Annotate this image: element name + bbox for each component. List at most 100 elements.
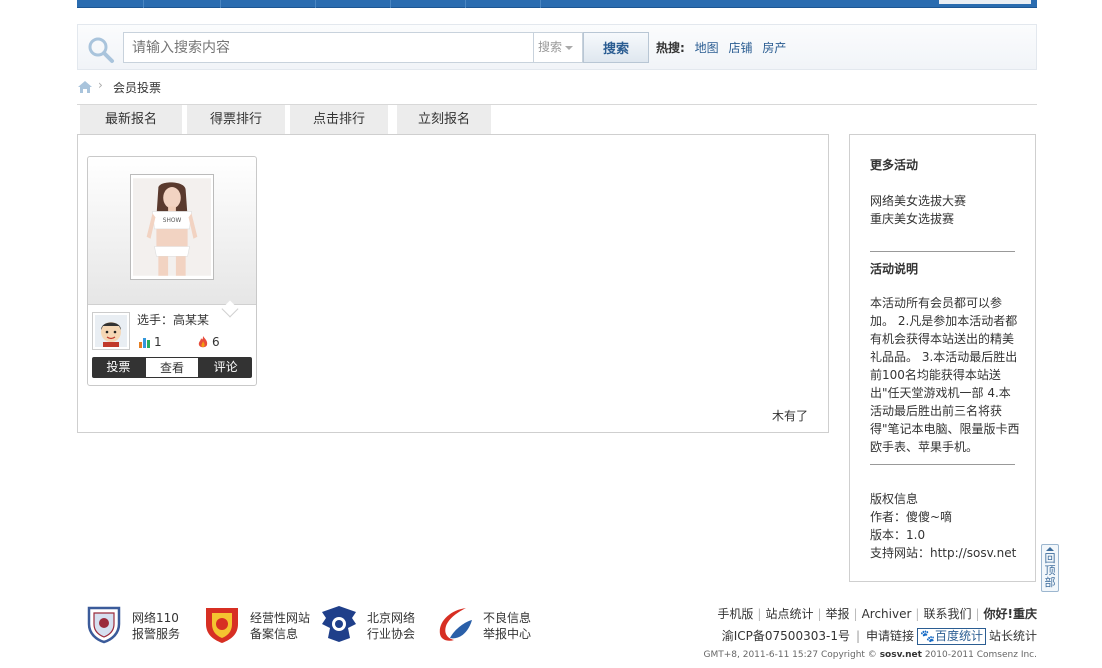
activity-rules-text: 本活动所有会员都可以参加。 2.凡是参加本活动者都有机会获得本站送出的精美礼品品… (870, 296, 1020, 454)
badge-text: 不良信息 举报中心 (483, 610, 531, 642)
badge-text: 经营性网站 备案信息 (250, 610, 310, 642)
paw-icon: 🐾 (920, 629, 935, 643)
photo-brand-text: SHOW (163, 218, 182, 224)
police-shield-icon (87, 606, 121, 644)
footer-link-mobile[interactable]: 手机版 (717, 607, 753, 621)
support-site-text: 支持网站：http://sosv.net (870, 546, 1017, 560)
red-shield-icon (206, 608, 238, 643)
top-nav-tab[interactable] (939, 0, 1031, 4)
footer-site-name[interactable]: 你好!重庆 (984, 607, 1037, 621)
eagle-emblem-icon (322, 606, 356, 642)
baidu-stats-label: 百度统计 (934, 629, 983, 643)
breadcrumb-chevron-icon: › (98, 78, 103, 92)
badge-line: 不良信息 (483, 611, 532, 625)
hot-link-house[interactable]: 房产 (762, 41, 786, 55)
copyright-prefix: GMT+8, 2011-6-11 15:27 Copyright © (703, 650, 877, 660)
copyright-title: 版权信息 (870, 492, 919, 506)
hit-count: 6 (197, 335, 220, 349)
search-type-label: 搜索 (538, 40, 563, 54)
avatar-image (95, 315, 127, 347)
baidu-stats-badge[interactable]: 🐾百度统计 (917, 628, 986, 645)
footer-separator: | (853, 607, 858, 621)
hit-count-value: 6 (212, 335, 220, 349)
vote-count: 1 (139, 335, 162, 349)
avatar[interactable] (92, 312, 130, 350)
nav-divider (315, 0, 316, 8)
search-input[interactable] (123, 32, 533, 63)
nav-divider (390, 0, 391, 8)
footer-link-report[interactable]: 举报 (826, 607, 850, 621)
card-photo-area: SHOW (88, 157, 256, 305)
badge-text: 网络110 报警服务 (132, 610, 180, 642)
back-to-top-label: 回顶部 (1044, 552, 1056, 589)
contestant-photo-image: SHOW (133, 178, 211, 276)
copyright-site[interactable]: sosv.net (880, 650, 922, 660)
nav-divider (220, 0, 221, 8)
badge-line: 举报中心 (483, 627, 532, 641)
back-to-top-button[interactable]: 回顶部 (1041, 544, 1059, 592)
footer-link-contact[interactable]: 联系我们 (923, 607, 971, 621)
contestant-card: SHOW 选手：高某某 1 6 投票 查看 评论 (87, 156, 257, 386)
badge-line: 网络110 (132, 611, 179, 625)
hot-link-map[interactable]: 地图 (695, 41, 719, 55)
card-actions: 投票 查看 评论 (92, 357, 252, 378)
vote-button[interactable]: 投票 (92, 357, 145, 378)
arrow-up-icon (1046, 547, 1054, 551)
search-bar: 搜索 搜索 热搜: 地图 店铺 房产 (77, 24, 1037, 70)
hot-search: 热搜: 地图 店铺 房产 (656, 39, 786, 56)
badge-line: 北京网络 (367, 611, 416, 625)
footer-separator: | (975, 607, 980, 621)
player-name: 选手：高某某 (137, 313, 210, 327)
author-text: 作者：傻傻~嘀 (870, 510, 953, 524)
activity-rules-title: 活动说明 (870, 262, 919, 276)
top-nav-bar (77, 0, 1037, 8)
nav-divider (540, 0, 541, 8)
copyright-suffix: 2010-2011 Comsenz Inc. (924, 650, 1037, 660)
activity-link[interactable]: 重庆美女选拔赛 (870, 210, 954, 227)
search-type-select[interactable]: 搜索 (533, 32, 583, 63)
home-icon[interactable] (77, 80, 93, 94)
version-text: 版本：1.0 (870, 528, 926, 542)
apply-link[interactable]: 申请链接 (866, 629, 914, 643)
sidebar-divider (870, 251, 1015, 252)
nav-divider (465, 0, 466, 8)
search-icon (88, 37, 114, 63)
copyright: GMT+8, 2011-6-11 15:27 Copyright © sosv.… (704, 650, 1038, 660)
badge-line: 报警服务 (132, 627, 181, 641)
footer-separator: | (757, 607, 762, 621)
chevron-down-icon (565, 45, 574, 50)
tab-vote-ranking[interactable]: 得票排行 (187, 105, 286, 134)
search-button[interactable]: 搜索 (583, 32, 649, 63)
view-button[interactable]: 查看 (144, 357, 200, 378)
contestant-photo[interactable]: SHOW (130, 174, 214, 280)
badge-line: 经营性网站 (250, 611, 311, 625)
breadcrumb-current: 会员投票 (113, 81, 162, 95)
activity-link[interactable]: 网络美女选拔大赛 (870, 192, 966, 209)
icp-link[interactable]: 渝ICP备07500303-1号 (722, 629, 850, 643)
hot-link-shop[interactable]: 店铺 (728, 41, 752, 55)
sidebar: 更多活动 网络美女选拔大赛 重庆美女选拔赛 活动说明 本活动所有会员都可以参加。… (849, 134, 1036, 582)
admin-stats-link[interactable]: 站长统计 (989, 629, 1037, 643)
footer-separator: | (855, 629, 860, 643)
tab-latest-signup[interactable]: 最新报名 (80, 105, 183, 134)
comment-button[interactable]: 评论 (199, 357, 252, 378)
icp-row: 渝ICP备07500303-1号 | 申请链接 🐾百度统计 站长统计 (722, 627, 1037, 645)
badge-line: 备案信息 (250, 627, 299, 641)
sidebar-divider (870, 464, 1015, 465)
bar-chart-icon (139, 338, 150, 348)
fire-icon (198, 336, 208, 348)
badge-line: 行业协会 (367, 627, 416, 641)
more-activities-title: 更多活动 (870, 158, 919, 172)
vote-count-value: 1 (154, 335, 162, 349)
footer-separator: | (817, 607, 822, 621)
tab-signup-now[interactable]: 立刻报名 (397, 105, 492, 134)
tab-click-ranking[interactable]: 点击排行 (290, 105, 389, 134)
footer-links: 手机版 | 站点统计 | 举报 | Archiver | 联系我们 | 你好!重庆 (717, 605, 1037, 622)
report-swoosh-icon (439, 608, 472, 641)
contestant-list: SHOW 选手：高某某 1 6 投票 查看 评论 木有了 (77, 134, 829, 433)
footer-link-stats[interactable]: 站点统计 (765, 607, 813, 621)
no-more-text: 木有了 (771, 409, 808, 423)
badge-text: 北京网络 行业协会 (367, 610, 415, 642)
hot-search-label: 热搜: (656, 41, 685, 55)
footer-link-archiver[interactable]: Archiver (862, 607, 912, 621)
